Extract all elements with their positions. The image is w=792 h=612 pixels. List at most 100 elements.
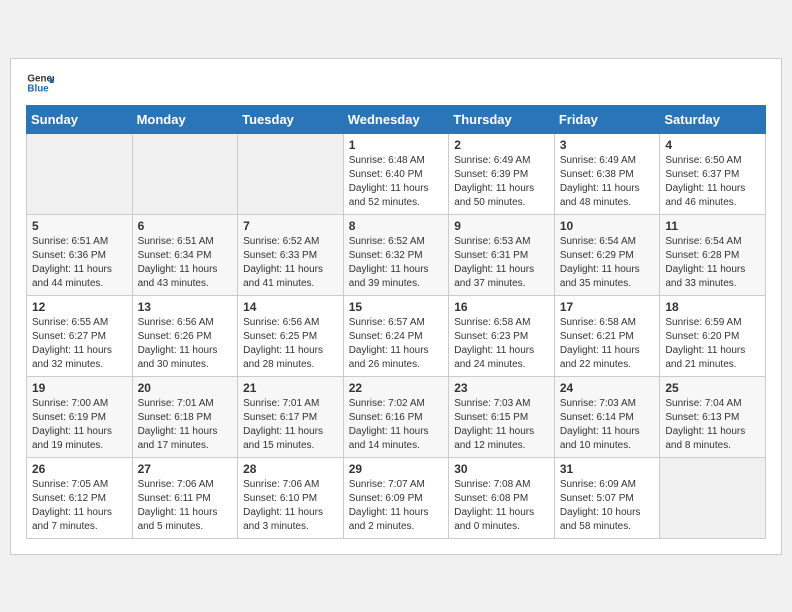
day-info: Sunrise: 7:06 AM Sunset: 6:10 PM Dayligh… xyxy=(243,478,338,534)
calendar-container: General Blue SundayMondayTuesdayWednesda… xyxy=(10,58,782,555)
weekday-header-thursday: Thursday xyxy=(449,105,555,133)
svg-text:Blue: Blue xyxy=(27,83,49,94)
calendar-grid: SundayMondayTuesdayWednesdayThursdayFrid… xyxy=(26,105,766,539)
week-row-2: 5 Sunrise: 6:51 AM Sunset: 6:36 PM Daylig… xyxy=(27,214,766,295)
day-number: 15 xyxy=(349,300,444,314)
day-info: Sunrise: 7:01 AM Sunset: 6:17 PM Dayligh… xyxy=(243,397,338,453)
day-number: 28 xyxy=(243,462,338,476)
day-info: Sunrise: 6:54 AM Sunset: 6:28 PM Dayligh… xyxy=(665,235,760,291)
day-info: Sunrise: 6:54 AM Sunset: 6:29 PM Dayligh… xyxy=(560,235,655,291)
day-info: Sunrise: 6:51 AM Sunset: 6:36 PM Dayligh… xyxy=(32,235,127,291)
day-cell: 8 Sunrise: 6:52 AM Sunset: 6:32 PM Daylig… xyxy=(343,214,449,295)
day-cell: 9 Sunrise: 6:53 AM Sunset: 6:31 PM Daylig… xyxy=(449,214,555,295)
day-number: 29 xyxy=(349,462,444,476)
day-info: Sunrise: 6:49 AM Sunset: 6:38 PM Dayligh… xyxy=(560,154,655,210)
day-number: 6 xyxy=(138,219,233,233)
day-cell: 6 Sunrise: 6:51 AM Sunset: 6:34 PM Daylig… xyxy=(132,214,238,295)
day-cell xyxy=(238,133,344,214)
day-cell: 14Sunrise: 6:56 AM Sunset: 6:25 PM Dayli… xyxy=(238,295,344,376)
day-info: Sunrise: 7:02 AM Sunset: 6:16 PM Dayligh… xyxy=(349,397,444,453)
day-info: Sunrise: 7:03 AM Sunset: 6:14 PM Dayligh… xyxy=(560,397,655,453)
day-info: Sunrise: 7:01 AM Sunset: 6:18 PM Dayligh… xyxy=(138,397,233,453)
day-number: 26 xyxy=(32,462,127,476)
day-number: 4 xyxy=(665,138,760,152)
day-info: Sunrise: 6:09 AM Sunset: 5:07 PM Dayligh… xyxy=(560,478,655,534)
day-number: 21 xyxy=(243,381,338,395)
day-cell: 16 Sunrise: 6:58 AM Sunset: 6:23 PM Dayli… xyxy=(449,295,555,376)
day-cell: 27 Sunrise: 7:06 AM Sunset: 6:11 PM Dayli… xyxy=(132,457,238,538)
day-cell: 23 Sunrise: 7:03 AM Sunset: 6:15 PM Dayli… xyxy=(449,376,555,457)
day-cell: 11Sunrise: 6:54 AM Sunset: 6:28 PM Dayli… xyxy=(660,214,766,295)
day-number: 30 xyxy=(454,462,549,476)
weekday-header-tuesday: Tuesday xyxy=(238,105,344,133)
day-cell xyxy=(27,133,133,214)
day-number: 16 xyxy=(454,300,549,314)
day-number: 13 xyxy=(138,300,233,314)
day-number: 17 xyxy=(560,300,655,314)
day-number: 14 xyxy=(243,300,338,314)
day-info: Sunrise: 6:53 AM Sunset: 6:31 PM Dayligh… xyxy=(454,235,549,291)
day-info: Sunrise: 6:51 AM Sunset: 6:34 PM Dayligh… xyxy=(138,235,233,291)
day-info: Sunrise: 6:48 AM Sunset: 6:40 PM Dayligh… xyxy=(349,154,444,210)
day-info: Sunrise: 7:04 AM Sunset: 6:13 PM Dayligh… xyxy=(665,397,760,453)
day-number: 25 xyxy=(665,381,760,395)
day-number: 1 xyxy=(349,138,444,152)
day-cell: 10 Sunrise: 6:54 AM Sunset: 6:29 PM Dayli… xyxy=(554,214,660,295)
day-cell: 1 Sunrise: 6:48 AM Sunset: 6:40 PM Daylig… xyxy=(343,133,449,214)
day-cell: 18Sunrise: 6:59 AM Sunset: 6:20 PM Dayli… xyxy=(660,295,766,376)
day-number: 12 xyxy=(32,300,127,314)
day-info: Sunrise: 6:56 AM Sunset: 6:26 PM Dayligh… xyxy=(138,316,233,372)
day-cell: 7Sunrise: 6:52 AM Sunset: 6:33 PM Daylig… xyxy=(238,214,344,295)
day-number: 8 xyxy=(349,219,444,233)
day-cell: 31 Sunrise: 6:09 AM Sunset: 5:07 PM Dayli… xyxy=(554,457,660,538)
day-number: 23 xyxy=(454,381,549,395)
day-cell: 29 Sunrise: 7:07 AM Sunset: 6:09 PM Dayli… xyxy=(343,457,449,538)
day-cell: 15Sunrise: 6:57 AM Sunset: 6:24 PM Dayli… xyxy=(343,295,449,376)
day-cell xyxy=(132,133,238,214)
day-number: 10 xyxy=(560,219,655,233)
weekday-header-row: SundayMondayTuesdayWednesdayThursdayFrid… xyxy=(27,105,766,133)
day-cell: 21 Sunrise: 7:01 AM Sunset: 6:17 PM Dayli… xyxy=(238,376,344,457)
day-info: Sunrise: 7:06 AM Sunset: 6:11 PM Dayligh… xyxy=(138,478,233,534)
day-info: Sunrise: 7:08 AM Sunset: 6:08 PM Dayligh… xyxy=(454,478,549,534)
day-info: Sunrise: 6:58 AM Sunset: 6:23 PM Dayligh… xyxy=(454,316,549,372)
weekday-header-sunday: Sunday xyxy=(27,105,133,133)
day-number: 31 xyxy=(560,462,655,476)
day-info: Sunrise: 7:07 AM Sunset: 6:09 PM Dayligh… xyxy=(349,478,444,534)
day-cell: 24Sunrise: 7:03 AM Sunset: 6:14 PM Dayli… xyxy=(554,376,660,457)
day-cell: 25 Sunrise: 7:04 AM Sunset: 6:13 PM Dayli… xyxy=(660,376,766,457)
day-cell: 3 Sunrise: 6:49 AM Sunset: 6:38 PM Daylig… xyxy=(554,133,660,214)
day-number: 18 xyxy=(665,300,760,314)
day-number: 3 xyxy=(560,138,655,152)
day-info: Sunrise: 6:49 AM Sunset: 6:39 PM Dayligh… xyxy=(454,154,549,210)
day-info: Sunrise: 7:03 AM Sunset: 6:15 PM Dayligh… xyxy=(454,397,549,453)
week-row-4: 19 Sunrise: 7:00 AM Sunset: 6:19 PM Dayli… xyxy=(27,376,766,457)
day-info: Sunrise: 7:00 AM Sunset: 6:19 PM Dayligh… xyxy=(32,397,127,453)
day-cell: 20 Sunrise: 7:01 AM Sunset: 6:18 PM Dayli… xyxy=(132,376,238,457)
day-info: Sunrise: 6:58 AM Sunset: 6:21 PM Dayligh… xyxy=(560,316,655,372)
day-number: 2 xyxy=(454,138,549,152)
day-number: 9 xyxy=(454,219,549,233)
day-cell: 12 Sunrise: 6:55 AM Sunset: 6:27 PM Dayli… xyxy=(27,295,133,376)
day-cell: 28 Sunrise: 7:06 AM Sunset: 6:10 PM Dayli… xyxy=(238,457,344,538)
week-row-3: 12 Sunrise: 6:55 AM Sunset: 6:27 PM Dayli… xyxy=(27,295,766,376)
day-cell: 22 Sunrise: 7:02 AM Sunset: 6:16 PM Dayli… xyxy=(343,376,449,457)
weekday-header-wednesday: Wednesday xyxy=(343,105,449,133)
logo: General Blue xyxy=(26,69,56,97)
day-cell: 5 Sunrise: 6:51 AM Sunset: 6:36 PM Daylig… xyxy=(27,214,133,295)
day-number: 22 xyxy=(349,381,444,395)
day-info: Sunrise: 6:52 AM Sunset: 6:32 PM Dayligh… xyxy=(349,235,444,291)
day-cell: 17 Sunrise: 6:58 AM Sunset: 6:21 PM Dayli… xyxy=(554,295,660,376)
calendar-header: General Blue xyxy=(26,69,766,97)
day-info: Sunrise: 6:55 AM Sunset: 6:27 PM Dayligh… xyxy=(32,316,127,372)
day-cell xyxy=(660,457,766,538)
week-row-1: 1 Sunrise: 6:48 AM Sunset: 6:40 PM Daylig… xyxy=(27,133,766,214)
day-cell: 13 Sunrise: 6:56 AM Sunset: 6:26 PM Dayli… xyxy=(132,295,238,376)
day-cell: 2 Sunrise: 6:49 AM Sunset: 6:39 PM Daylig… xyxy=(449,133,555,214)
weekday-header-friday: Friday xyxy=(554,105,660,133)
day-number: 27 xyxy=(138,462,233,476)
day-number: 5 xyxy=(32,219,127,233)
day-info: Sunrise: 6:50 AM Sunset: 6:37 PM Dayligh… xyxy=(665,154,760,210)
day-number: 19 xyxy=(32,381,127,395)
day-number: 20 xyxy=(138,381,233,395)
